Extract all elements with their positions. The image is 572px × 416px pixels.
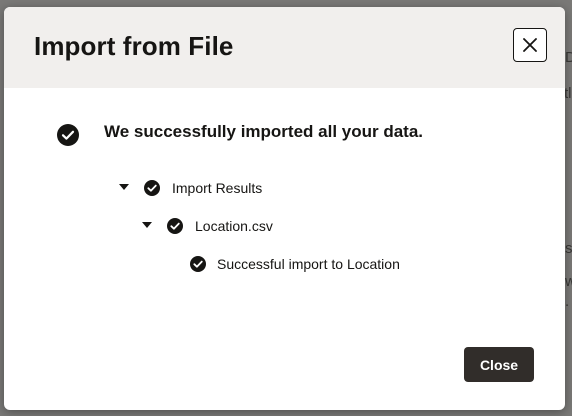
tree-item-successful-import: Successful import to Location xyxy=(217,256,400,272)
background-text-fragment: . xyxy=(565,293,570,310)
tree-expand-caret-icon[interactable] xyxy=(119,184,129,190)
dialog-close-icon-button[interactable] xyxy=(513,28,547,62)
import-dialog: Import from File We successfully importe… xyxy=(4,7,565,410)
close-button[interactable]: Close xyxy=(464,347,534,382)
close-icon xyxy=(523,38,537,52)
import-success-check-icon xyxy=(190,256,206,272)
dialog-header: Import from File xyxy=(4,7,565,88)
import-results-check-icon xyxy=(144,180,160,196)
background-text-fragment: D xyxy=(565,49,572,66)
success-message: We successfully imported all your data. xyxy=(104,122,424,141)
tree-item-import-results: Import Results xyxy=(172,180,263,196)
background-text-fragment: s xyxy=(565,240,572,257)
success-check-icon xyxy=(57,124,79,146)
background-text-fragment: tl xyxy=(564,85,572,102)
background-text-fragment: w xyxy=(565,273,572,290)
dialog-title: Import from File xyxy=(34,31,234,61)
tree-item-location-csv: Location.csv xyxy=(195,218,273,234)
tree-expand-caret-icon[interactable] xyxy=(142,222,152,228)
location-file-check-icon xyxy=(167,218,183,234)
